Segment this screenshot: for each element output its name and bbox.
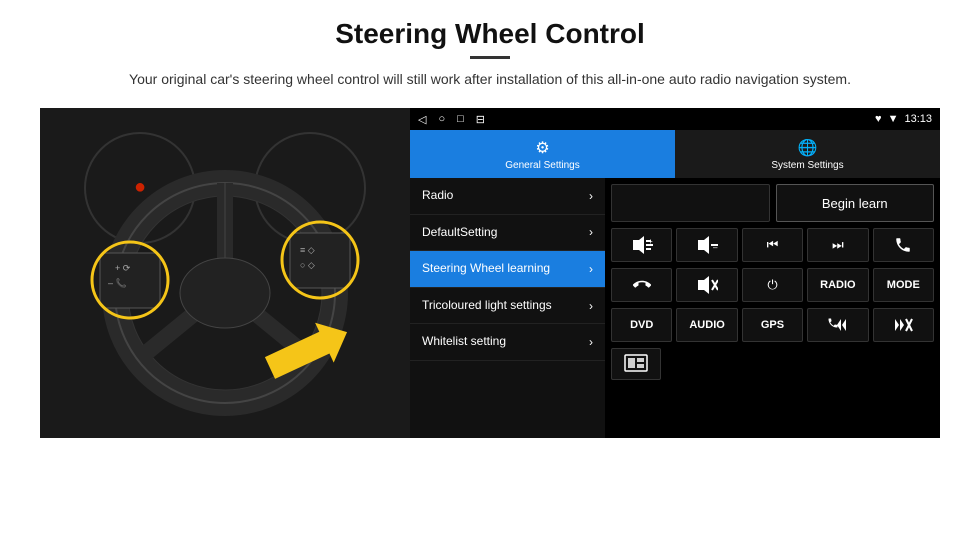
steering-wheel-image: ● + xyxy=(40,108,410,438)
audio-button[interactable]: AUDIO xyxy=(676,308,737,342)
screen-icon-button[interactable] xyxy=(611,348,661,380)
chevron-icon: › xyxy=(589,262,593,276)
top-row: Begin learn xyxy=(611,184,934,222)
phone-prev-button[interactable] xyxy=(807,308,868,342)
phone-answer-button[interactable] xyxy=(873,228,934,262)
menu-whitelist-label: Whitelist setting xyxy=(422,334,506,350)
location-icon: ♥ xyxy=(875,113,882,125)
menu-item-default[interactable]: DefaultSetting › xyxy=(410,215,605,252)
left-menu: Radio › DefaultSetting › Steering Wheel … xyxy=(410,178,605,438)
chevron-icon: › xyxy=(589,299,593,313)
main-content: Radio › DefaultSetting › Steering Wheel … xyxy=(410,178,940,438)
subtitle: Your original car's steering wheel contr… xyxy=(129,69,851,90)
tab-general-settings[interactable]: ⚙ General Settings xyxy=(410,130,675,178)
menu-item-steering[interactable]: Steering Wheel learning › xyxy=(410,251,605,288)
control-grid-row2: ⏻ RADIO MODE xyxy=(611,268,934,302)
hang-up-button[interactable] xyxy=(611,268,672,302)
back-icon[interactable]: ◁ xyxy=(418,113,426,126)
mode-button[interactable]: MODE xyxy=(873,268,934,302)
vol-up-button[interactable]: + xyxy=(611,228,672,262)
status-bar: ◁ ○ □ ⊟ ♥ ▼ 13:13 xyxy=(410,108,940,130)
power-button[interactable]: ⏻ xyxy=(742,268,803,302)
menu-radio-label: Radio xyxy=(422,188,453,204)
recents-icon[interactable]: □ xyxy=(457,113,464,125)
status-icons: ♥ ▼ 13:13 xyxy=(875,113,932,125)
svg-text:+ ⟳: + ⟳ xyxy=(115,263,131,273)
menu-default-label: DefaultSetting xyxy=(422,225,497,241)
control-grid-row1: + – ⏮ ⏭ xyxy=(611,228,934,262)
signal-icon: ▼ xyxy=(888,113,899,125)
next-track-button[interactable]: ⏭ xyxy=(807,228,868,262)
menu-item-radio[interactable]: Radio › xyxy=(410,178,605,215)
steering-wheel-svg: ● + xyxy=(40,108,410,438)
prev-track-button[interactable]: ⏮ xyxy=(742,228,803,262)
menu-icon[interactable]: ⊟ xyxy=(476,113,485,126)
chevron-icon: › xyxy=(589,189,593,203)
svg-text:≡ ◇: ≡ ◇ xyxy=(300,245,315,255)
nav-controls: ◁ ○ □ ⊟ xyxy=(418,113,485,126)
next-x-button[interactable] xyxy=(873,308,934,342)
page-title: Steering Wheel Control xyxy=(129,18,851,50)
svg-text:+: + xyxy=(648,237,653,246)
gear-icon: ⚙ xyxy=(535,138,549,158)
android-ui-panel: ◁ ○ □ ⊟ ♥ ▼ 13:13 ⚙ General Settings xyxy=(410,108,940,438)
clock: 13:13 xyxy=(904,113,932,125)
dvd-button[interactable]: DVD xyxy=(611,308,672,342)
tab-general-label: General Settings xyxy=(505,160,580,171)
tab-system-settings[interactable]: 🌐 System Settings xyxy=(675,130,940,178)
svg-text:– 📞: – 📞 xyxy=(108,277,128,288)
chevron-icon: › xyxy=(589,335,593,349)
svg-text:○ ◇: ○ ◇ xyxy=(300,260,315,270)
title-divider xyxy=(470,56,510,59)
empty-input-box xyxy=(611,184,770,222)
svg-text:–: – xyxy=(713,243,718,252)
vol-down-button[interactable]: – xyxy=(676,228,737,262)
icon-row xyxy=(611,348,934,380)
home-icon[interactable]: ○ xyxy=(438,113,445,125)
mute-button[interactable] xyxy=(676,268,737,302)
system-icon: 🌐 xyxy=(798,138,818,158)
top-tabs: ⚙ General Settings 🌐 System Settings xyxy=(410,130,940,178)
control-grid-row3: DVD AUDIO GPS xyxy=(611,308,934,342)
radio-button[interactable]: RADIO xyxy=(807,268,868,302)
menu-item-whitelist[interactable]: Whitelist setting › xyxy=(410,324,605,361)
gps-button[interactable]: GPS xyxy=(742,308,803,342)
tab-system-label: System Settings xyxy=(771,160,843,171)
begin-learn-button[interactable]: Begin learn xyxy=(776,184,935,222)
svg-text:●: ● xyxy=(134,176,146,198)
chevron-icon: › xyxy=(589,225,593,239)
menu-steering-label: Steering Wheel learning xyxy=(422,261,550,277)
menu-tricoloured-label: Tricoloured light settings xyxy=(422,298,552,314)
menu-item-tricoloured[interactable]: Tricoloured light settings › xyxy=(410,288,605,325)
right-panel: Begin learn + – ⏮ ⏭ xyxy=(605,178,940,438)
